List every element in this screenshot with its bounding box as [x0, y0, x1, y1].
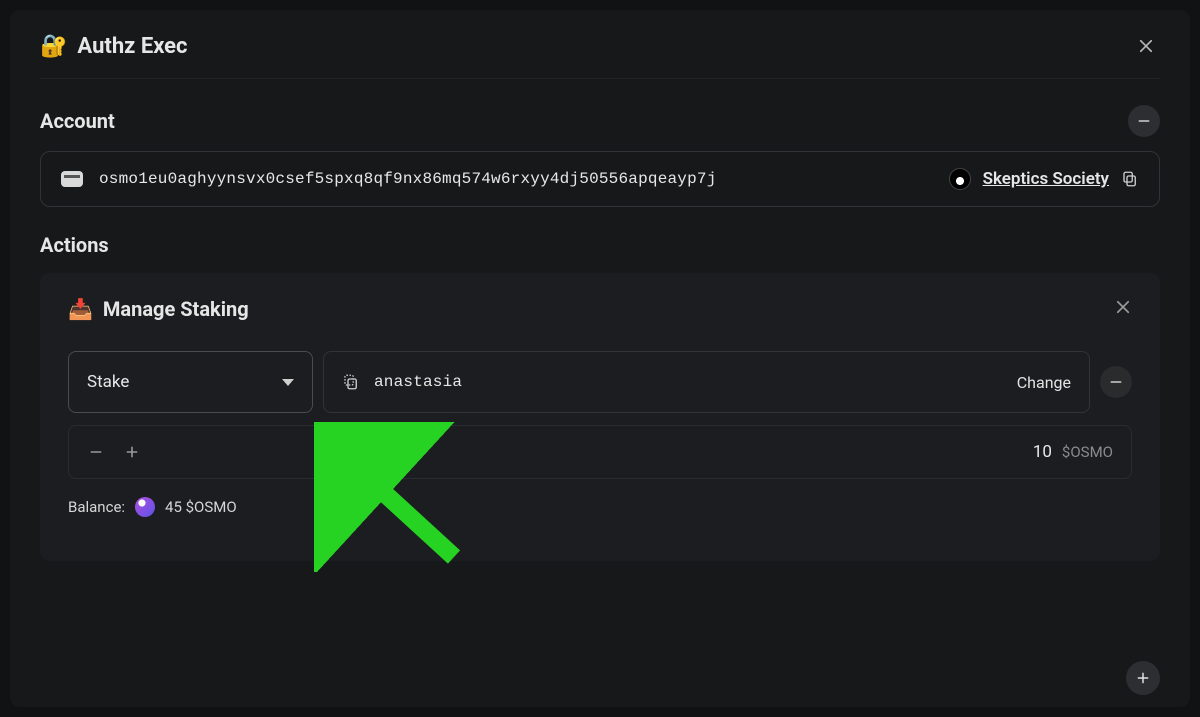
copy-icon[interactable]	[1121, 170, 1139, 188]
inbox-icon: 📥	[68, 297, 93, 321]
close-panel-button[interactable]	[1132, 32, 1160, 60]
panel-header: 🔐 Authz Exec	[40, 32, 1160, 79]
close-icon	[1137, 37, 1155, 55]
balance-label: Balance:	[68, 498, 125, 516]
stake-config-row: Stake anastasia Change	[68, 351, 1132, 413]
account-address: osmo1eu0aghyynsvx0csef5spxq8qf9nx86mq574…	[99, 170, 717, 188]
account-section-title: Account	[40, 109, 115, 133]
minus-icon	[88, 444, 104, 460]
remove-action-button[interactable]	[1114, 298, 1132, 320]
collapse-validator-button[interactable]	[1100, 366, 1132, 398]
action-card-title-wrap: 📥 Manage Staking	[68, 297, 249, 321]
minus-icon	[1108, 374, 1124, 390]
osmo-token-icon	[135, 497, 155, 517]
account-right: Skeptics Society	[949, 168, 1139, 190]
chevron-down-icon	[282, 379, 294, 386]
avatar	[949, 168, 971, 190]
manage-staking-card: 📥 Manage Staking Stake anastasia	[40, 273, 1160, 561]
decrement-button[interactable]	[87, 443, 105, 461]
account-left: osmo1eu0aghyynsvx0csef5spxq8qf9nx86mq574…	[61, 170, 717, 188]
lock-icon: 🔐	[40, 34, 67, 59]
amount-row: 10 $OSMO	[68, 425, 1132, 479]
copy-icon[interactable]	[342, 373, 360, 391]
amount-denom: $OSMO	[1062, 443, 1113, 461]
account-section-header: Account	[40, 105, 1160, 137]
stake-type-select[interactable]: Stake	[68, 351, 313, 413]
authz-exec-panel: 🔐 Authz Exec Account osmo1eu0aghyynsvx0c…	[10, 10, 1190, 707]
collapse-validator-wrapper	[1100, 351, 1132, 413]
minus-icon	[1136, 113, 1152, 129]
actions-section-title: Actions	[40, 233, 109, 257]
plus-icon	[1135, 670, 1151, 686]
stake-type-value: Stake	[87, 372, 129, 392]
amount-display[interactable]: 10 $OSMO	[1033, 442, 1113, 462]
validator-box: anastasia Change	[323, 351, 1090, 413]
panel-title: Authz Exec	[77, 34, 187, 59]
panel-title-wrap: 🔐 Authz Exec	[40, 34, 188, 59]
plus-icon	[124, 444, 140, 460]
collapse-account-button[interactable]	[1128, 105, 1160, 137]
close-icon	[1114, 298, 1132, 316]
add-action-button[interactable]	[1126, 661, 1160, 695]
balance-row: Balance: 45 $OSMO	[68, 497, 1132, 517]
account-box: osmo1eu0aghyynsvx0csef5spxq8qf9nx86mq574…	[40, 151, 1160, 207]
amount-value: 10	[1033, 442, 1052, 462]
validator-name: anastasia	[374, 373, 462, 391]
entity-link[interactable]: Skeptics Society	[983, 169, 1109, 189]
wallet-icon	[61, 171, 83, 187]
action-card-title: Manage Staking	[103, 297, 249, 321]
actions-section-header: Actions	[40, 233, 1160, 257]
change-validator-button[interactable]: Change	[1017, 373, 1071, 392]
amount-stepper	[87, 443, 141, 461]
balance-value: 45 $OSMO	[165, 498, 237, 516]
action-card-header: 📥 Manage Staking	[68, 297, 1132, 321]
increment-button[interactable]	[123, 443, 141, 461]
validator-left: anastasia	[342, 373, 462, 391]
